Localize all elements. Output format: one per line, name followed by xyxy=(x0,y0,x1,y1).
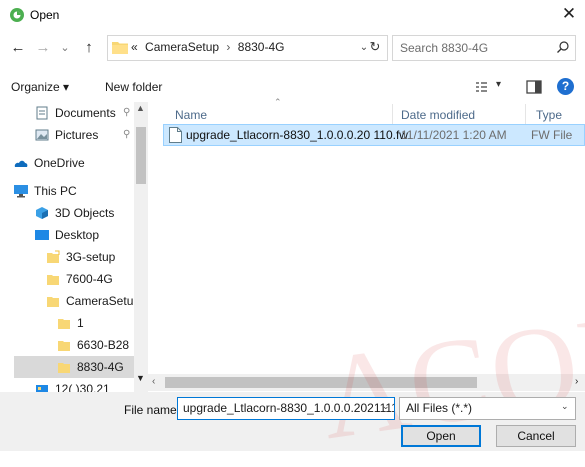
sidebar-item-onedrive[interactable]: OneDrive xyxy=(14,152,148,174)
sidebar-item-label: Desktop xyxy=(55,228,100,242)
sidebar-item-3d-objects[interactable]: 3D Objects xyxy=(14,202,148,224)
folder-icon xyxy=(58,341,70,351)
file-date-modified: 11/11/2021 1:20 AM xyxy=(401,128,507,142)
column-divider[interactable] xyxy=(392,104,393,124)
onedrive-icon xyxy=(14,160,28,167)
help-icon[interactable]: ? xyxy=(557,78,574,95)
open-button[interactable]: Open xyxy=(401,425,481,447)
recent-locations-dropdown[interactable]: ⌄ xyxy=(55,38,75,58)
column-header-type[interactable]: Type xyxy=(536,108,562,122)
column-header-name[interactable]: Name xyxy=(175,108,207,122)
file-name-label: File name: xyxy=(124,403,181,417)
folder-icon xyxy=(58,319,70,329)
scroll-right-icon[interactable]: › xyxy=(575,376,578,387)
folder-icon xyxy=(112,42,128,54)
sidebar-item-label: 3D Objects xyxy=(55,206,115,220)
sidebar-item-drive[interactable]: 12( )30.21 xyxy=(14,378,148,392)
scroll-up-icon[interactable]: ▲ xyxy=(136,103,145,113)
forward-button[interactable]: → xyxy=(33,38,53,58)
window-title: Open xyxy=(30,8,60,22)
breadcrumb-8830-4g[interactable]: 8830-4G xyxy=(238,40,285,54)
file-name: upgrade_Ltlacorn-8830_1.0.0.0.20 110.fw xyxy=(186,128,408,142)
sidebar-item-label: CameraSetup xyxy=(66,294,141,308)
sidebar-item-6630-b28[interactable]: 6630-B28 xyxy=(14,334,148,356)
drive-icon xyxy=(36,385,48,392)
scroll-down-icon[interactable]: ▼ xyxy=(136,373,145,383)
folder-icon xyxy=(47,297,59,307)
scrollbar-thumb[interactable] xyxy=(136,127,146,184)
file-type: FW File xyxy=(531,128,573,142)
sidebar-item-desktop[interactable]: Desktop xyxy=(14,224,148,246)
breadcrumb-overflow[interactable]: « xyxy=(131,40,138,54)
sidebar-item-label: Documents xyxy=(55,106,116,120)
sidebar-item-label: 3G-setup xyxy=(66,250,116,264)
sidebar-item-7600-4g[interactable]: 7600-4G xyxy=(14,268,148,290)
sidebar-item-label: 6630-B28 xyxy=(77,338,130,352)
sidebar-item-label: 8830-4G xyxy=(77,360,124,374)
file-name-dropdown-icon[interactable]: ⌄ xyxy=(382,401,390,412)
title-bar xyxy=(0,0,585,31)
horizontal-scrollbar-thumb[interactable] xyxy=(165,377,477,388)
breadcrumb-separator: › xyxy=(226,40,231,54)
column-divider[interactable] xyxy=(525,104,526,124)
scroll-left-icon[interactable]: ‹ xyxy=(152,376,155,387)
3d-objects-icon xyxy=(36,207,48,219)
preview-pane-icon[interactable] xyxy=(524,78,544,96)
pc-icon xyxy=(14,185,28,198)
cancel-button[interactable]: Cancel xyxy=(496,425,576,447)
back-button[interactable]: ← xyxy=(8,38,28,58)
sort-ascending-icon: ⌃ xyxy=(274,97,282,107)
sidebar-item-this-pc[interactable]: This PC xyxy=(14,180,148,202)
sidebar-item-label: This PC xyxy=(34,184,77,198)
search-placeholder: Search 8830-4G xyxy=(400,41,489,55)
column-header-date-modified[interactable]: Date modified xyxy=(401,108,475,122)
file-name-input[interactable]: upgrade_Ltlacorn-8830_1.0.0.0.20211110. xyxy=(177,397,395,420)
sidebar-item-camerasetup[interactable]: CameraSetup xyxy=(14,290,148,312)
sidebar-item-3g-setup[interactable]: 3G-setup xyxy=(14,246,148,268)
folder-icon xyxy=(58,363,70,373)
up-button[interactable]: ↑ xyxy=(79,38,99,58)
pin-icon[interactable]: ⚲ xyxy=(123,102,130,124)
refresh-icon[interactable]: ↻ xyxy=(362,35,388,61)
file-type-dropdown-icon[interactable]: ⌄ xyxy=(561,401,569,412)
documents-icon xyxy=(36,106,48,120)
sidebar-item-1[interactable]: 1 xyxy=(14,312,148,334)
new-folder-button[interactable]: New folder xyxy=(105,80,162,94)
organize-button[interactable]: Organize ▾ xyxy=(11,80,69,94)
sidebar-item-8830-4g[interactable]: 8830-4G xyxy=(14,356,148,378)
search-icon[interactable] xyxy=(556,40,570,54)
view-options-icon[interactable] xyxy=(474,78,494,96)
breadcrumb: « CameraSetup › 8830-4G xyxy=(131,40,284,54)
app-icon xyxy=(10,8,24,22)
sidebar-item-pictures[interactable]: Pictures ⚲ xyxy=(14,124,148,146)
view-dropdown-icon[interactable]: ▾ xyxy=(496,79,501,90)
pictures-icon xyxy=(35,129,49,141)
breadcrumb-camerasetup[interactable]: CameraSetup xyxy=(145,40,219,54)
folder-icon xyxy=(47,250,60,263)
folder-icon xyxy=(47,275,59,285)
close-icon[interactable]: ✕ xyxy=(558,3,580,25)
sidebar-item-label: Pictures xyxy=(55,128,99,142)
file-icon xyxy=(169,127,182,143)
sidebar-item-label: 1 xyxy=(77,316,84,330)
sidebar-item-label: 7600-4G xyxy=(66,272,113,286)
desktop-icon xyxy=(35,230,49,240)
navigation-pane: Documents ⚲ Pictures ⚲ OneDrive This PC … xyxy=(14,102,148,392)
sidebar-item-label: 12( )30.21 xyxy=(55,382,110,392)
sidebar-item-documents[interactable]: Documents ⚲ xyxy=(14,102,148,124)
file-type-select[interactable]: All Files (*.*) xyxy=(399,397,576,420)
sidebar-item-label: OneDrive xyxy=(34,156,85,170)
pin-icon[interactable]: ⚲ xyxy=(123,124,130,146)
